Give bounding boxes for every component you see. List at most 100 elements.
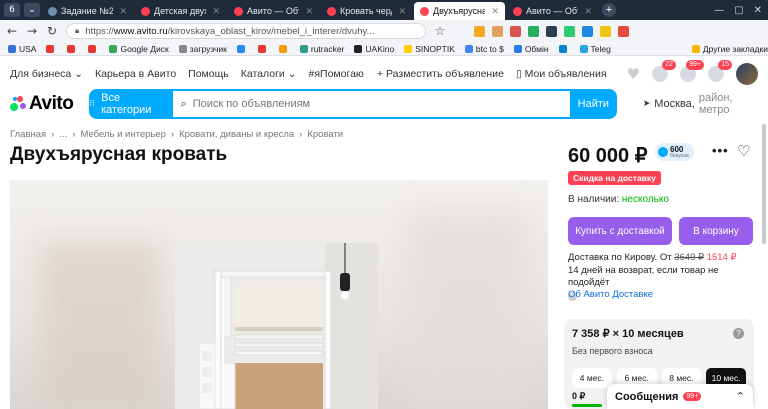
tab-list-chevron-icon[interactable]: ⌄ bbox=[24, 3, 40, 17]
browser-tab[interactable]: Авито — Объявлени ✕ bbox=[507, 2, 598, 20]
extension-icon[interactable] bbox=[528, 25, 539, 37]
extension-icon[interactable] bbox=[618, 25, 629, 37]
bookmark-item[interactable]: Teleg bbox=[579, 44, 611, 54]
bookmark-item[interactable]: USA bbox=[8, 44, 36, 54]
return-policy: 14 дней на возврат, если товар не подойд… bbox=[568, 264, 719, 289]
bookmark-item[interactable] bbox=[88, 44, 99, 53]
url-field[interactable]: 🔒︎ https://www.avito.ru/kirovskaya_oblas… bbox=[66, 23, 426, 39]
bookmark-item[interactable]: Google Диск bbox=[109, 43, 169, 54]
extension-icon[interactable] bbox=[510, 25, 521, 37]
cart-icon[interactable]: 15 bbox=[708, 60, 732, 82]
tab-close-icon[interactable]: ✕ bbox=[119, 6, 127, 17]
chevron-up-icon[interactable]: ⌃ bbox=[736, 390, 745, 403]
breadcrumb-item[interactable]: Мебель и интерьер bbox=[80, 129, 165, 140]
search-box: ⌕ bbox=[172, 89, 570, 119]
bookmark-star-icon[interactable]: ☆ bbox=[434, 24, 446, 38]
all-categories-button[interactable]: ⁝⁝ Все категории bbox=[89, 89, 173, 119]
bookmark-item[interactable]: btc to $ bbox=[464, 44, 504, 54]
extension-icon[interactable] bbox=[546, 25, 557, 37]
installment-help-icon[interactable]: ? bbox=[733, 328, 744, 339]
messages-widget[interactable]: Сообщения 99+ ⌃ bbox=[607, 384, 753, 409]
tab-title: Кровать чердак дом bbox=[340, 6, 392, 16]
for-business-link[interactable]: Для бизнеса ⌄ bbox=[10, 68, 83, 80]
bookmark-item[interactable]: UAKino bbox=[354, 44, 394, 54]
browser-tab[interactable]: Детская двухъярус ✕ bbox=[135, 2, 226, 20]
find-button[interactable]: Найти bbox=[570, 89, 617, 119]
bookmark-favicon-icon bbox=[354, 44, 363, 53]
post-ad-button[interactable]: + Разместить объявление bbox=[377, 68, 504, 80]
tab-close-icon[interactable]: ✕ bbox=[491, 6, 499, 17]
add-favorite-heart-icon[interactable]: ♡ bbox=[737, 142, 750, 160]
close-window-icon[interactable]: ✕ bbox=[754, 5, 762, 16]
extension-icon[interactable] bbox=[492, 25, 503, 37]
bookmark-item[interactable] bbox=[278, 44, 290, 53]
career-link[interactable]: Карьера в Авито bbox=[95, 68, 176, 80]
url-prefix: https:// bbox=[85, 25, 114, 37]
tab-close-icon[interactable]: ✕ bbox=[398, 6, 406, 17]
more-options-icon[interactable]: ••• bbox=[712, 143, 729, 158]
bonus-badge[interactable]: 600 бонусов bbox=[655, 143, 694, 161]
reload-icon[interactable]: ↻ bbox=[46, 24, 58, 38]
tab-counter-button[interactable]: 6 bbox=[4, 3, 20, 17]
main-photo[interactable] bbox=[175, 243, 378, 409]
month-option[interactable]: 4 мес. bbox=[572, 368, 612, 388]
search-input[interactable] bbox=[192, 98, 553, 110]
location-selector[interactable]: ➤ Москва, район, метро bbox=[643, 92, 758, 116]
bookmark-item[interactable]: rutracker bbox=[299, 43, 345, 54]
tab-close-icon[interactable]: ✕ bbox=[584, 6, 592, 17]
back-arrow-icon[interactable]: ← bbox=[6, 24, 18, 38]
tab-close-icon[interactable]: ✕ bbox=[212, 6, 220, 17]
bookmark-item[interactable]: Обмін bbox=[513, 44, 549, 54]
bookmark-favicon-icon bbox=[579, 44, 588, 53]
url-path: /kirovskaya_oblast_kirov/mebel_i_interer… bbox=[167, 25, 375, 37]
buy-with-delivery-button[interactable]: Купить с доставкой bbox=[568, 217, 672, 245]
user-avatar[interactable] bbox=[736, 63, 758, 85]
my-ads-link[interactable]: ▯ Мои объявления bbox=[516, 68, 607, 80]
page-scrollbar[interactable] bbox=[762, 64, 767, 409]
browser-tab[interactable]: Авито — Объявлени ✕ bbox=[228, 2, 319, 20]
favorites-heart-icon[interactable]: ♥ bbox=[627, 65, 640, 83]
tab-favicon-icon bbox=[48, 6, 57, 16]
maximize-icon[interactable]: ▢ bbox=[734, 5, 743, 16]
bookmark-item[interactable] bbox=[236, 44, 248, 53]
bookmark-item[interactable] bbox=[558, 44, 570, 53]
breadcrumb-item[interactable]: ... bbox=[59, 129, 67, 140]
help-link[interactable]: Помощь bbox=[188, 68, 229, 80]
photo-gallery[interactable] bbox=[10, 180, 548, 409]
installment-amount: 7 358 ₽ × 10 месяцев bbox=[572, 328, 684, 340]
avito-logo[interactable]: Avito bbox=[10, 93, 89, 115]
tag-link[interactable]: #яПомогаю bbox=[309, 68, 364, 80]
tab-close-icon[interactable]: ✕ bbox=[305, 6, 313, 17]
new-tab-button[interactable]: + bbox=[602, 3, 616, 17]
bookmark-item[interactable]: Другие закладки bbox=[691, 44, 768, 54]
about-delivery-link[interactable]: Об Авито Доставке bbox=[568, 289, 653, 300]
extension-icon[interactable] bbox=[582, 25, 593, 37]
browser-tab[interactable]: Двухъярусная кроват ✕ bbox=[414, 2, 505, 20]
breadcrumb-item[interactable]: Кровати bbox=[307, 129, 343, 140]
browser-tab[interactable]: Кровать чердак дом ✕ bbox=[321, 2, 412, 20]
bookmark-item[interactable] bbox=[257, 44, 269, 53]
add-to-cart-button[interactable]: В корзину bbox=[679, 217, 753, 245]
catalogs-link[interactable]: Каталоги ⌄ bbox=[241, 68, 297, 80]
tab-title: Авито — Объявлени bbox=[247, 6, 299, 16]
bookmark-favicon-icon bbox=[558, 44, 567, 53]
bookmark-item[interactable] bbox=[67, 44, 78, 53]
breadcrumb-item[interactable]: Кровати, диваны и кресла bbox=[179, 129, 294, 140]
bookmark-label: Google Диск bbox=[120, 43, 169, 54]
bookmark-item[interactable] bbox=[46, 44, 57, 53]
forward-arrow-icon[interactable]: → bbox=[26, 24, 38, 38]
bookmark-label: USA bbox=[19, 43, 37, 54]
bookmark-item[interactable]: загрузчик bbox=[178, 44, 227, 54]
extension-icon[interactable] bbox=[564, 25, 575, 37]
bookmark-label: SINOPTIK bbox=[415, 43, 455, 54]
installment-subtitle: Без первого взноса bbox=[572, 346, 653, 356]
breadcrumb-item[interactable]: Главная bbox=[10, 129, 46, 140]
minimize-icon[interactable]: — bbox=[714, 5, 724, 16]
extension-icon[interactable] bbox=[600, 25, 611, 37]
browser-tab[interactable]: Задание №2968915 ✕ bbox=[42, 2, 133, 20]
extension-icon[interactable] bbox=[474, 25, 485, 37]
bookmark-label: rutracker bbox=[310, 43, 345, 54]
messages-chat-icon[interactable]: 99+ bbox=[680, 60, 704, 82]
bookmark-item[interactable]: SINOPTIK bbox=[404, 44, 455, 54]
notifications-bell-icon[interactable]: 22 bbox=[652, 60, 676, 82]
